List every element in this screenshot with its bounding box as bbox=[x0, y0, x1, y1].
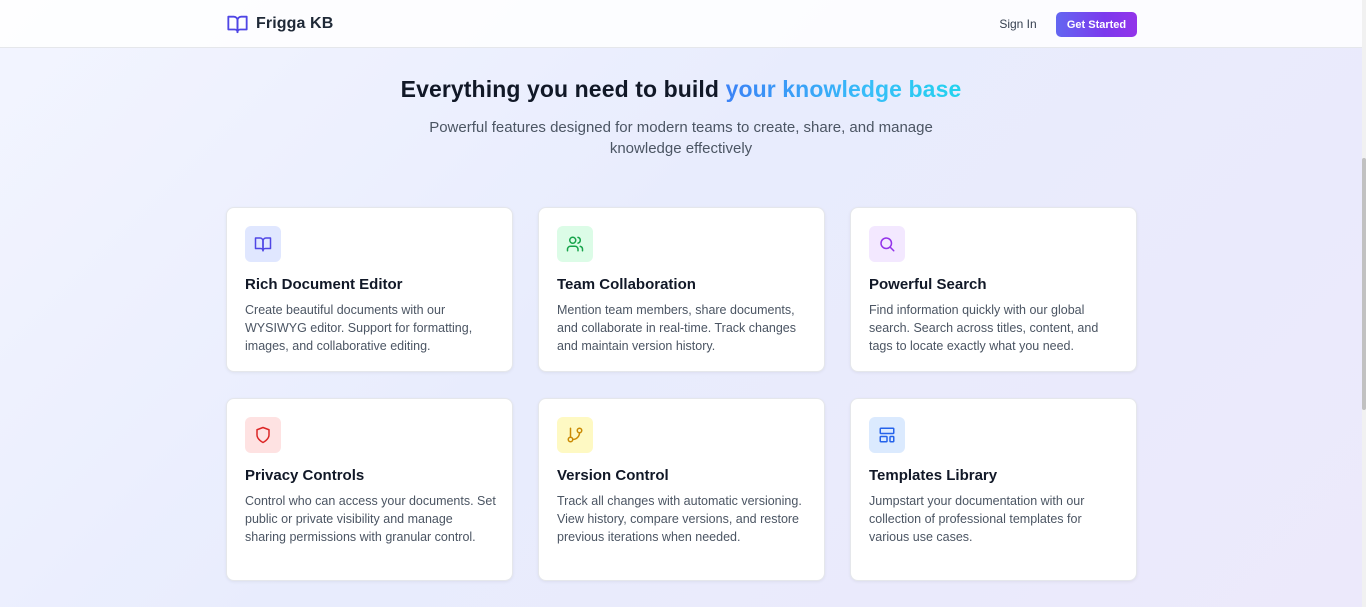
hero-title-main: Everything you need to build bbox=[400, 76, 726, 102]
feature-card-templates-library: Templates Library Jumpstart your documen… bbox=[850, 398, 1137, 581]
feature-title: Privacy Controls bbox=[245, 467, 365, 484]
layout-template-icon bbox=[879, 427, 895, 443]
book-open-icon bbox=[254, 237, 272, 252]
feature-icon-box bbox=[869, 226, 905, 262]
page-scrollbar[interactable] bbox=[1362, 0, 1366, 607]
feature-icon-box bbox=[245, 417, 281, 453]
feature-card-team-collaboration: Team Collaboration Mention team members,… bbox=[538, 207, 825, 372]
feature-description: Find information quickly with our global… bbox=[869, 303, 1099, 353]
feature-title: Team Collaboration bbox=[557, 276, 696, 293]
git-branch-icon bbox=[567, 427, 583, 443]
hero-title: Everything you need to build your knowle… bbox=[0, 76, 1362, 103]
feature-title: Templates Library bbox=[869, 467, 998, 484]
feature-title: Rich Document Editor bbox=[245, 276, 403, 293]
feature-title: Powerful Search bbox=[869, 276, 987, 293]
book-open-icon bbox=[226, 13, 249, 35]
feature-description: Mention team members, share documents, a… bbox=[557, 303, 797, 353]
brand-name: Frigga KB bbox=[256, 15, 334, 32]
feature-description: Track all changes with automatic version… bbox=[557, 494, 802, 544]
feature-description: Control who can access your documents. S… bbox=[245, 494, 496, 544]
feature-icon-box bbox=[557, 417, 593, 453]
feature-icon-box bbox=[245, 226, 281, 262]
top-nav-bar: Frigga KB Sign In Get Started bbox=[0, 0, 1362, 48]
users-icon bbox=[566, 236, 584, 252]
get-started-button[interactable]: Get Started bbox=[1056, 12, 1137, 37]
feature-icon-box bbox=[557, 226, 593, 262]
hero-title-accent: your knowledge base bbox=[725, 76, 962, 102]
shield-icon bbox=[256, 426, 270, 444]
feature-card-rich-document-editor: Rich Document Editor Create beautiful do… bbox=[226, 207, 513, 372]
sign-in-link[interactable]: Sign In bbox=[990, 13, 1046, 35]
hero-subtitle: Powerful features designed for modern te… bbox=[429, 119, 933, 157]
feature-description: Jumpstart your documentation with our co… bbox=[869, 494, 1085, 544]
feature-card-version-control: Version Control Track all changes with a… bbox=[538, 398, 825, 581]
brand-logo-link[interactable]: Frigga KB bbox=[226, 12, 333, 36]
feature-icon-box bbox=[869, 417, 905, 453]
feature-card-powerful-search: Powerful Search Find information quickly… bbox=[850, 207, 1137, 372]
search-icon bbox=[880, 237, 895, 252]
feature-description: Create beautiful documents with our WYSI… bbox=[245, 303, 473, 353]
feature-title: Version Control bbox=[557, 467, 669, 484]
scrollbar-thumb[interactable] bbox=[1362, 158, 1366, 410]
feature-card-privacy-controls: Privacy Controls Control who can access … bbox=[226, 398, 513, 581]
